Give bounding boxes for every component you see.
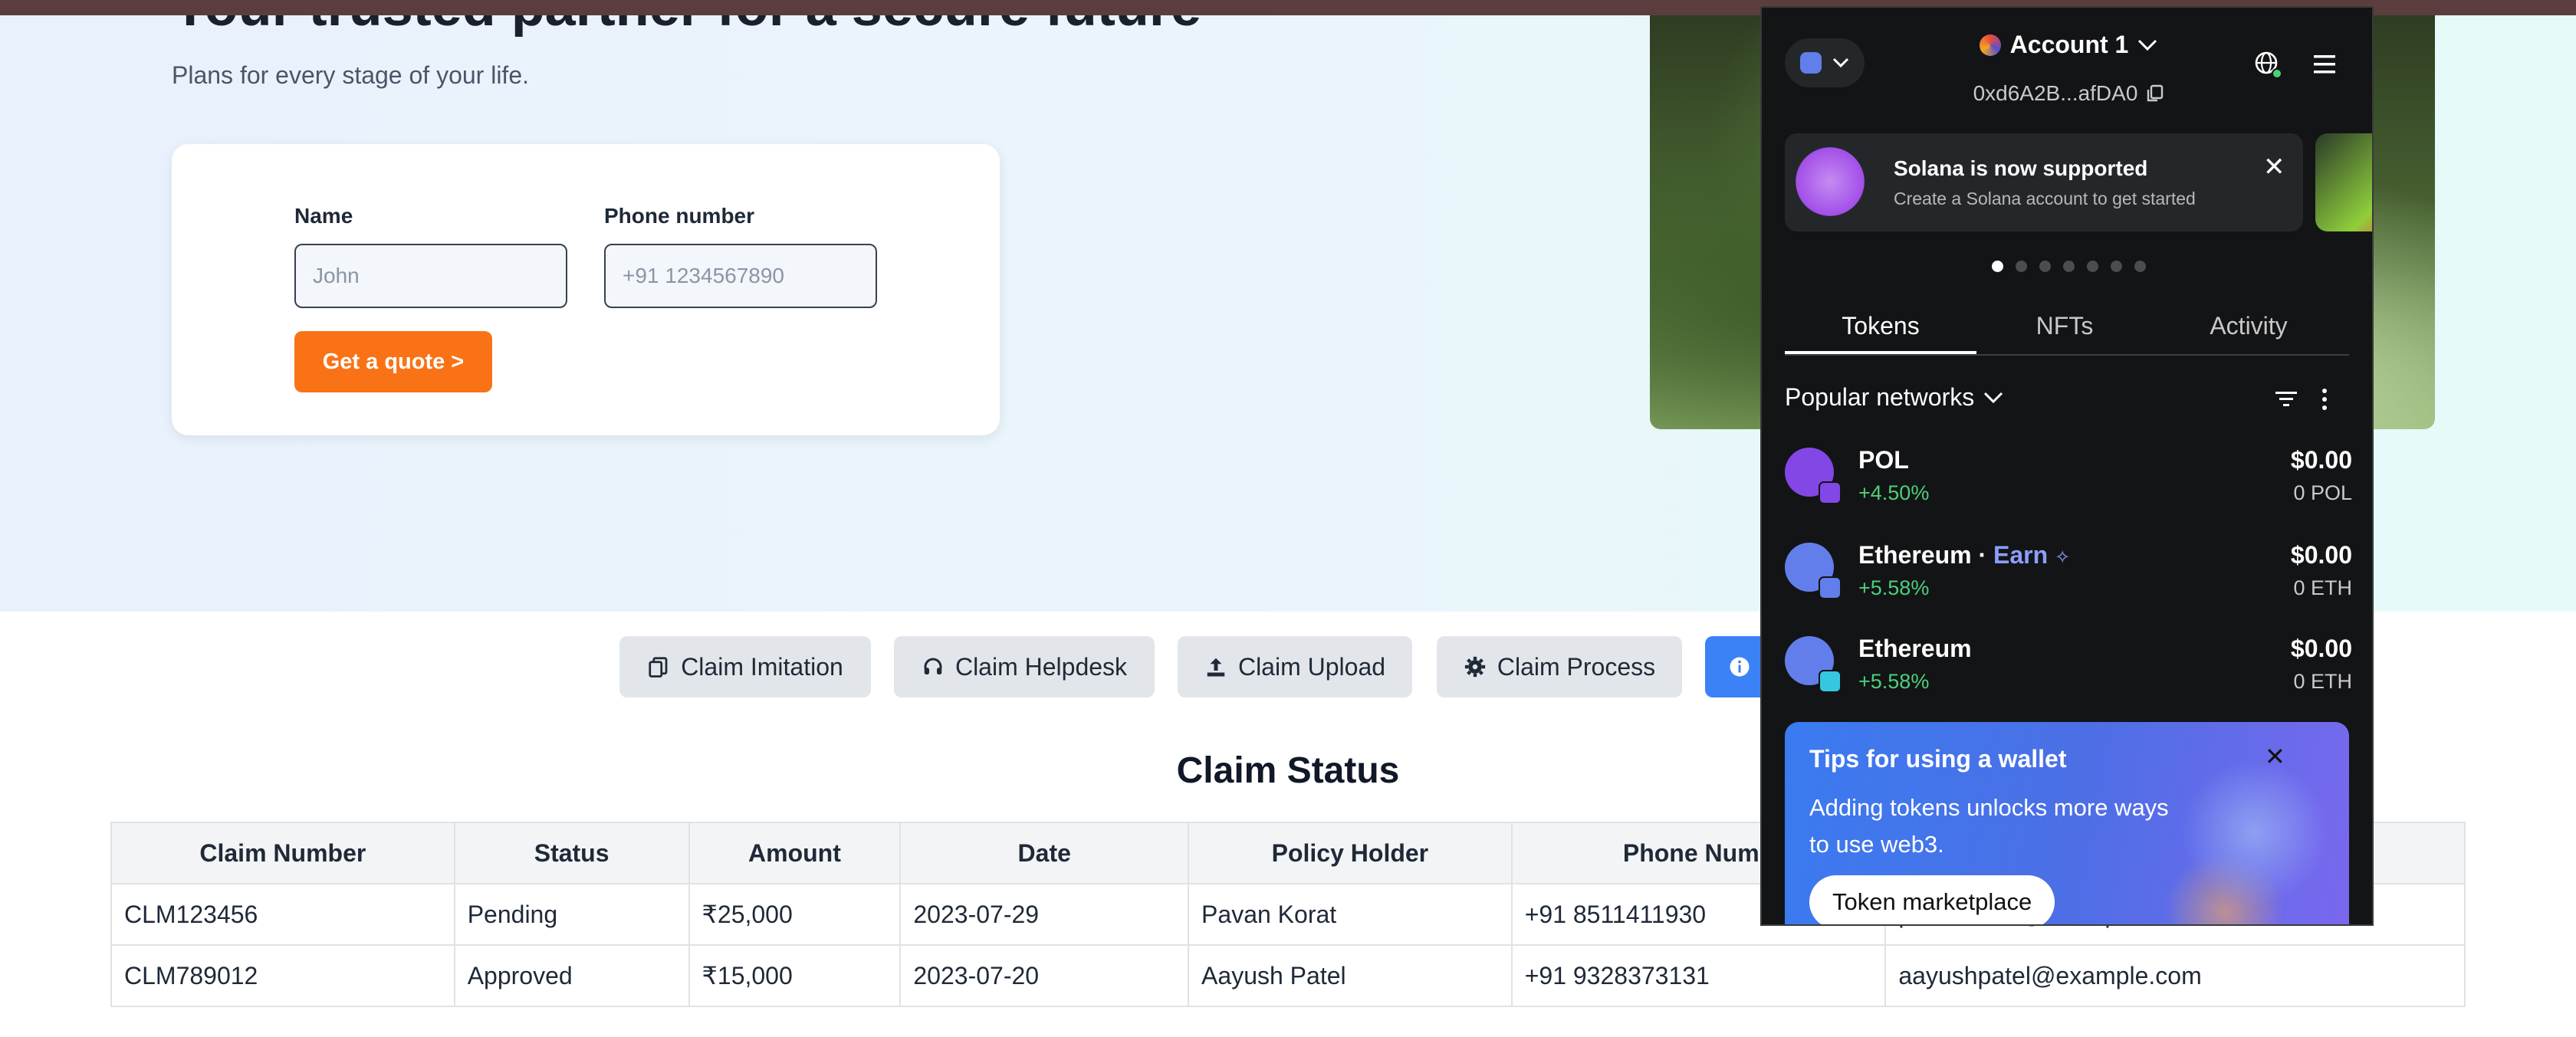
- claim-helpdesk-button[interactable]: Claim Helpdesk: [894, 636, 1155, 697]
- solana-banner[interactable]: Solana is now supported Create a Solana …: [1785, 133, 2303, 231]
- token-amount: 0 ETH: [2293, 576, 2352, 599]
- wallet-tabs: Tokens NFTs Activity: [1785, 299, 2349, 356]
- token-change: +5.58%: [1858, 576, 1930, 599]
- cell-policy-holder: Aayush Patel: [1188, 944, 1513, 1007]
- close-icon[interactable]: ✕: [2265, 742, 2285, 771]
- cell-claim-number: CLM789012: [110, 944, 455, 1007]
- header-status: Status: [453, 822, 690, 884]
- token-change: +5.58%: [1858, 670, 1930, 693]
- banner-title: Solana is now supported: [1894, 156, 2148, 180]
- header-date: Date: [899, 822, 1190, 884]
- carousel-dot[interactable]: [2039, 261, 2051, 272]
- sprout-icon: ✧: [2055, 547, 2071, 568]
- claim-upload-button[interactable]: Claim Upload: [1178, 636, 1412, 697]
- cell-policy-holder: Pavan Korat: [1188, 883, 1513, 946]
- linea-network-badge: [1819, 670, 1842, 693]
- tab-activity[interactable]: Activity: [2153, 299, 2344, 354]
- chevron-down-icon: [1984, 392, 2003, 403]
- polygon-network-badge: [1819, 481, 1842, 504]
- gear-icon: [1464, 656, 1485, 678]
- header-policy-holder: Policy Holder: [1188, 822, 1513, 884]
- claim-helpdesk-label: Claim Helpdesk: [955, 652, 1128, 681]
- claim-process-label: Claim Process: [1497, 652, 1656, 681]
- name-input[interactable]: [294, 244, 567, 308]
- token-change: +4.50%: [1858, 481, 1930, 504]
- token-value: $0.00: [2290, 446, 2352, 474]
- upload-icon: [1207, 658, 1225, 677]
- carousel-dot[interactable]: [2134, 261, 2146, 272]
- token-name: Ethereum: [1858, 635, 1972, 662]
- cell-date: 2023-07-20: [899, 944, 1190, 1007]
- cell-amount: ₹25,000: [688, 883, 902, 946]
- tab-nfts[interactable]: NFTs: [1969, 299, 2160, 354]
- token-amount: 0 POL: [2293, 481, 2352, 504]
- address-text: 0xd6A2B...afDA0: [1973, 81, 2138, 105]
- more-options-icon[interactable]: [2318, 386, 2331, 412]
- table-row: CLM789012 Approved ₹15,000 2023-07-20 Aa…: [110, 944, 2466, 1007]
- token-value: $0.00: [2290, 635, 2352, 662]
- claim-imitation-button[interactable]: Claim Imitation: [619, 636, 871, 697]
- filter-icon[interactable]: [2274, 388, 2298, 411]
- token-name-line: Ethereum · Earn ✧: [1858, 541, 2071, 569]
- wallet-tips-card: Tips for using a wallet Adding tokens un…: [1785, 722, 2349, 924]
- header-claim-number: Claim Number: [110, 822, 455, 884]
- phone-label: Phone number: [604, 204, 755, 228]
- account-address[interactable]: 0xd6A2B...afDA0: [1762, 81, 2372, 106]
- ethereum-network-badge: [1819, 576, 1842, 599]
- token-row-pol[interactable]: POL +4.50% $0.00 0 POL: [1785, 435, 2352, 512]
- hamburger-menu-icon[interactable]: [2309, 51, 2340, 78]
- cell-claim-number: CLM123456: [110, 883, 455, 946]
- cell-amount: ₹15,000: [688, 944, 902, 1007]
- solana-banner-image: [1785, 139, 1875, 224]
- wallet-popup: Account 1 0xd6A2B...afDA0 Solana is now …: [1760, 6, 2374, 926]
- claim-process-button[interactable]: Claim Process: [1437, 636, 1682, 697]
- name-label: Name: [294, 204, 353, 228]
- document-copy-icon: [649, 657, 668, 678]
- tips-body: Adding tokens unlocks more ways to use w…: [1809, 794, 2169, 858]
- token-amount: 0 ETH: [2293, 670, 2352, 693]
- carousel-dot[interactable]: [1991, 261, 2003, 272]
- globe-icon[interactable]: [2252, 49, 2283, 80]
- token-row-ethereum-linea[interactable]: Ethereum +5.58% $0.00 0 ETH: [1785, 624, 2352, 701]
- copy-icon[interactable]: [2147, 84, 2164, 103]
- popular-networks-label: Popular networks: [1785, 383, 1975, 411]
- cell-email: aayushpatel@example.com: [1884, 944, 2466, 1007]
- tips-title: Tips for using a wallet: [1809, 745, 2067, 773]
- carousel-dot[interactable]: [2062, 261, 2075, 272]
- carousel-dot[interactable]: [2015, 261, 2027, 272]
- headset-icon: [924, 658, 942, 674]
- token-name: Ethereum: [1858, 541, 1972, 569]
- token-value: $0.00: [2290, 541, 2352, 569]
- get-quote-button[interactable]: Get a quote >: [294, 331, 492, 392]
- account-name: Account 1: [2009, 31, 2129, 58]
- cell-phone: +91 9328373131: [1510, 944, 1887, 1007]
- token-marketplace-button[interactable]: Token marketplace: [1809, 875, 2055, 924]
- claim-imitation-label: Claim Imitation: [681, 652, 843, 681]
- banner-subtitle: Create a Solana account to get started: [1894, 189, 2196, 208]
- next-banner-preview[interactable]: [2315, 133, 2372, 231]
- hero-title: Your trusted partner for a secure future: [172, 15, 1201, 38]
- cell-status: Approved: [453, 944, 690, 1007]
- hero-subtitle: Plans for every stage of your life.: [172, 61, 529, 89]
- chevron-down-icon: [2138, 39, 2157, 51]
- carousel-dot[interactable]: [2086, 261, 2098, 272]
- cell-date: 2023-07-29: [899, 883, 1190, 946]
- cell-status: Pending: [453, 883, 690, 946]
- carousel-dots: [1762, 261, 2372, 272]
- popular-networks-dropdown[interactable]: Popular networks: [1785, 383, 2003, 412]
- earn-link[interactable]: Earn: [1993, 541, 2048, 569]
- info-icon: [1730, 657, 1750, 677]
- close-icon[interactable]: ✕: [2263, 152, 2285, 182]
- carousel-dot[interactable]: [2110, 261, 2122, 272]
- token-row-ethereum[interactable]: Ethereum · Earn ✧ +5.58% $0.00 0 ETH: [1785, 530, 2352, 607]
- claim-upload-label: Claim Upload: [1237, 652, 1386, 681]
- phone-input[interactable]: [604, 244, 877, 308]
- tab-tokens[interactable]: Tokens: [1785, 299, 1976, 354]
- header-amount: Amount: [688, 822, 902, 884]
- account-avatar: [1979, 34, 2001, 56]
- quote-form-card: Name Phone number Get a quote >: [172, 144, 1000, 435]
- token-name: POL: [1858, 446, 1909, 474]
